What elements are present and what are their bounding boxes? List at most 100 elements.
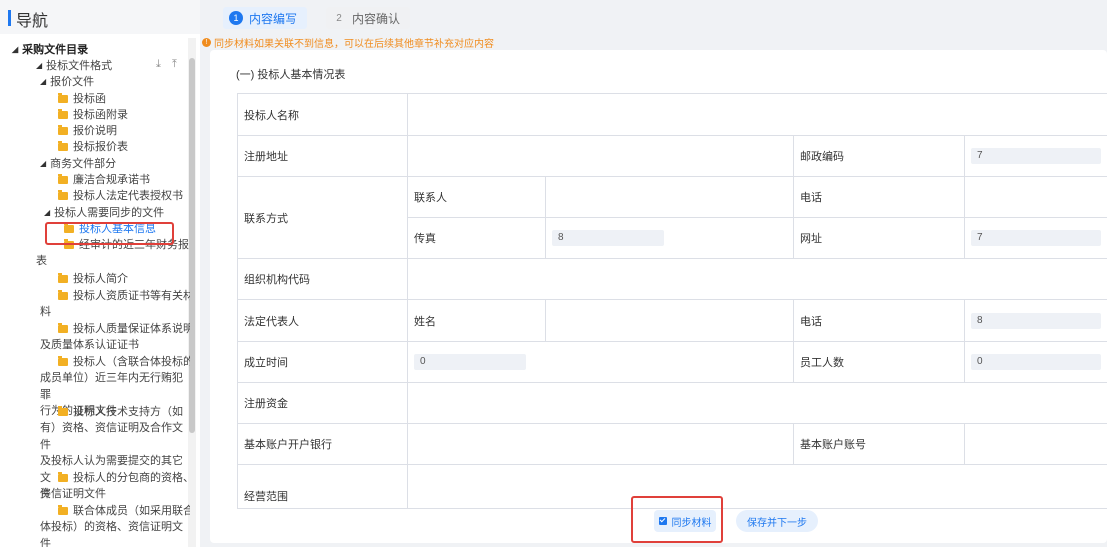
folder-icon: [58, 93, 68, 103]
tree-leaf[interactable]: 投标人法定代表授权书: [58, 188, 183, 204]
tree-leaf-continuation: 体投标）的资格、资信证明文 件: [40, 521, 183, 547]
field-label: 联系方式: [237, 176, 408, 259]
table-row: 组织机构代码: [237, 258, 1107, 300]
table-row: 联系方式 联系人 电话: [237, 176, 1107, 259]
expand-triangle-icon[interactable]: ◢: [44, 205, 50, 221]
expand-triangle-icon[interactable]: ◢: [40, 156, 46, 172]
nav-title: 导航: [16, 13, 49, 30]
folder-icon: [58, 125, 68, 135]
step-tab-confirm[interactable]: 2 内容确认: [326, 7, 411, 29]
org-code-input[interactable]: [407, 258, 1107, 300]
sync-button-highlight: [631, 496, 723, 543]
folder-icon: [58, 290, 68, 300]
table-row: 基本账户开户银行 基本账户账号: [237, 423, 1107, 465]
expand-triangle-icon[interactable]: ◢: [40, 74, 46, 90]
step-number-badge: 2: [336, 12, 342, 24]
download-icon[interactable]: ⤓: [156, 58, 161, 71]
sidebar: 导航 ◢ 采购文件目录 ◢ 投标文件格式 ⤓ ⤒ ◢ 报价文件 投标函 投标函附录 报…: [0, 0, 200, 547]
field-label: 组织机构代码: [237, 258, 408, 300]
field-label: 基本账户开户银行: [237, 423, 408, 465]
staff-input[interactable]: 0: [971, 354, 1101, 370]
nav-accent-bar: [8, 10, 11, 26]
folder-icon: [58, 406, 68, 416]
step-tab-edit[interactable]: 1 内容编写: [223, 7, 308, 29]
bidder-name-input[interactable]: [407, 93, 1107, 136]
field-label: 注册资金: [237, 382, 408, 424]
tree-node-root[interactable]: ◢ 采购文件目录: [12, 42, 88, 58]
folder-icon: [58, 323, 68, 333]
contact-person-input[interactable]: [545, 176, 794, 218]
expand-triangle-icon[interactable]: ◢: [12, 42, 18, 58]
tree-leaf[interactable]: 投标人简介: [58, 271, 128, 287]
tree-node-price[interactable]: ◢ 报价文件: [40, 74, 94, 90]
folder-icon: [58, 356, 68, 366]
postcode-input[interactable]: 7: [971, 148, 1101, 164]
table-row: 投标人名称: [237, 93, 1107, 136]
tree-leaf[interactable]: 投标人（含联合体投标的: [58, 354, 190, 370]
form-panel: (一) 投标人基本情况表 投标人名称 注册地址 邮政编码 7 联系方式 联系人 …: [210, 50, 1107, 543]
folder-icon: [58, 190, 68, 200]
bank-input[interactable]: [407, 423, 794, 465]
rep-name-input[interactable]: [545, 299, 794, 342]
sync-notice: ! 同步材料如果关联不到信息，可以在后续其他章节补充对应内容: [202, 35, 494, 50]
selected-node-highlight: [45, 222, 174, 245]
tree-node-sync[interactable]: ◢ 投标人需要同步的文件: [44, 205, 164, 221]
tree-leaf[interactable]: 联合体成员（如采用联合: [58, 503, 190, 519]
warning-icon: !: [202, 38, 211, 47]
tree-leaf[interactable]: 投标人质量保证体系说明: [58, 321, 190, 337]
tree-leaf[interactable]: 投标人资质证书等有关材: [58, 288, 190, 304]
table-row: 注册地址 邮政编码 7: [237, 135, 1107, 177]
tree-leaf-continuation: 及质量体系认证证书: [40, 339, 139, 351]
website-input[interactable]: 7: [971, 230, 1101, 246]
table-row: 法定代表人 姓名 电话 8: [237, 299, 1107, 342]
tree-leaf-continuation: 表: [36, 255, 47, 267]
account-input[interactable]: [964, 423, 1107, 465]
field-label: 网址: [793, 217, 965, 259]
founded-input[interactable]: 0: [414, 354, 526, 370]
tree-leaf[interactable]: 投标函附录: [58, 107, 128, 123]
reg-addr-input[interactable]: [407, 135, 794, 177]
field-label: 法定代表人: [237, 299, 408, 342]
folder-icon: [58, 109, 68, 119]
folder-icon: [58, 141, 68, 151]
field-label: 成立时间: [237, 341, 408, 383]
tree-leaf[interactable]: 投标人技术支持方（如: [58, 404, 183, 420]
save-next-button[interactable]: 保存并下一步: [736, 510, 818, 532]
field-label: 联系人: [407, 176, 546, 218]
reg-capital-input[interactable]: [407, 382, 1107, 424]
folder-icon: [58, 472, 68, 482]
step-number-badge: 1: [229, 11, 243, 25]
field-label: 姓名: [407, 299, 546, 342]
bidder-info-table: 投标人名称 注册地址 邮政编码 7 联系方式 联系人 电话 传真 8 网址 7: [237, 93, 1107, 509]
field-label: 电话: [793, 299, 965, 342]
field-label: 经营范围: [237, 464, 408, 509]
field-label: 员工人数: [793, 341, 965, 383]
tree-leaf[interactable]: 报价说明: [58, 123, 117, 139]
rep-phone-input[interactable]: 8: [971, 312, 1101, 329]
tree-leaf[interactable]: 投标人的分包商的资格、: [58, 470, 190, 486]
nav-header: 导航: [0, 0, 200, 34]
tree-leaf[interactable]: 投标函: [58, 91, 106, 107]
upload-icon[interactable]: ⤒: [172, 58, 177, 71]
tree-node-biz[interactable]: ◢ 商务文件部分: [40, 156, 116, 172]
tree-leaf[interactable]: 投标报价表: [58, 139, 128, 155]
folder-icon: [58, 273, 68, 283]
tree-leaf-continuation: 料: [40, 306, 51, 318]
table-row: 成立时间 0 员工人数 0: [237, 341, 1107, 383]
scope-input[interactable]: [407, 464, 1107, 509]
field-label: 邮政编码: [793, 135, 965, 177]
phone-input[interactable]: [964, 176, 1107, 218]
field-label: 注册地址: [237, 135, 408, 177]
fax-input[interactable]: 8: [552, 230, 664, 246]
field-label: 基本账户账号: [793, 423, 965, 465]
field-label: 传真: [407, 217, 546, 259]
field-label: 投标人名称: [237, 93, 408, 136]
tree-leaf[interactable]: 廉洁合规承诺书: [58, 172, 150, 188]
folder-icon: [58, 174, 68, 184]
table-row: 注册资金: [237, 382, 1107, 424]
field-label: 电话: [793, 176, 965, 218]
expand-triangle-icon[interactable]: ◢: [36, 58, 42, 74]
main-content: 1 内容编写 2 内容确认 ! 同步材料如果关联不到信息，可以在后续其他章节补充…: [202, 0, 1107, 547]
tree-node-format[interactable]: ◢ 投标文件格式: [36, 58, 112, 74]
catalog-tree: ◢ 采购文件目录 ◢ 投标文件格式 ⤓ ⤒ ◢ 报价文件 投标函 投标函附录 报价说明…: [0, 38, 190, 547]
